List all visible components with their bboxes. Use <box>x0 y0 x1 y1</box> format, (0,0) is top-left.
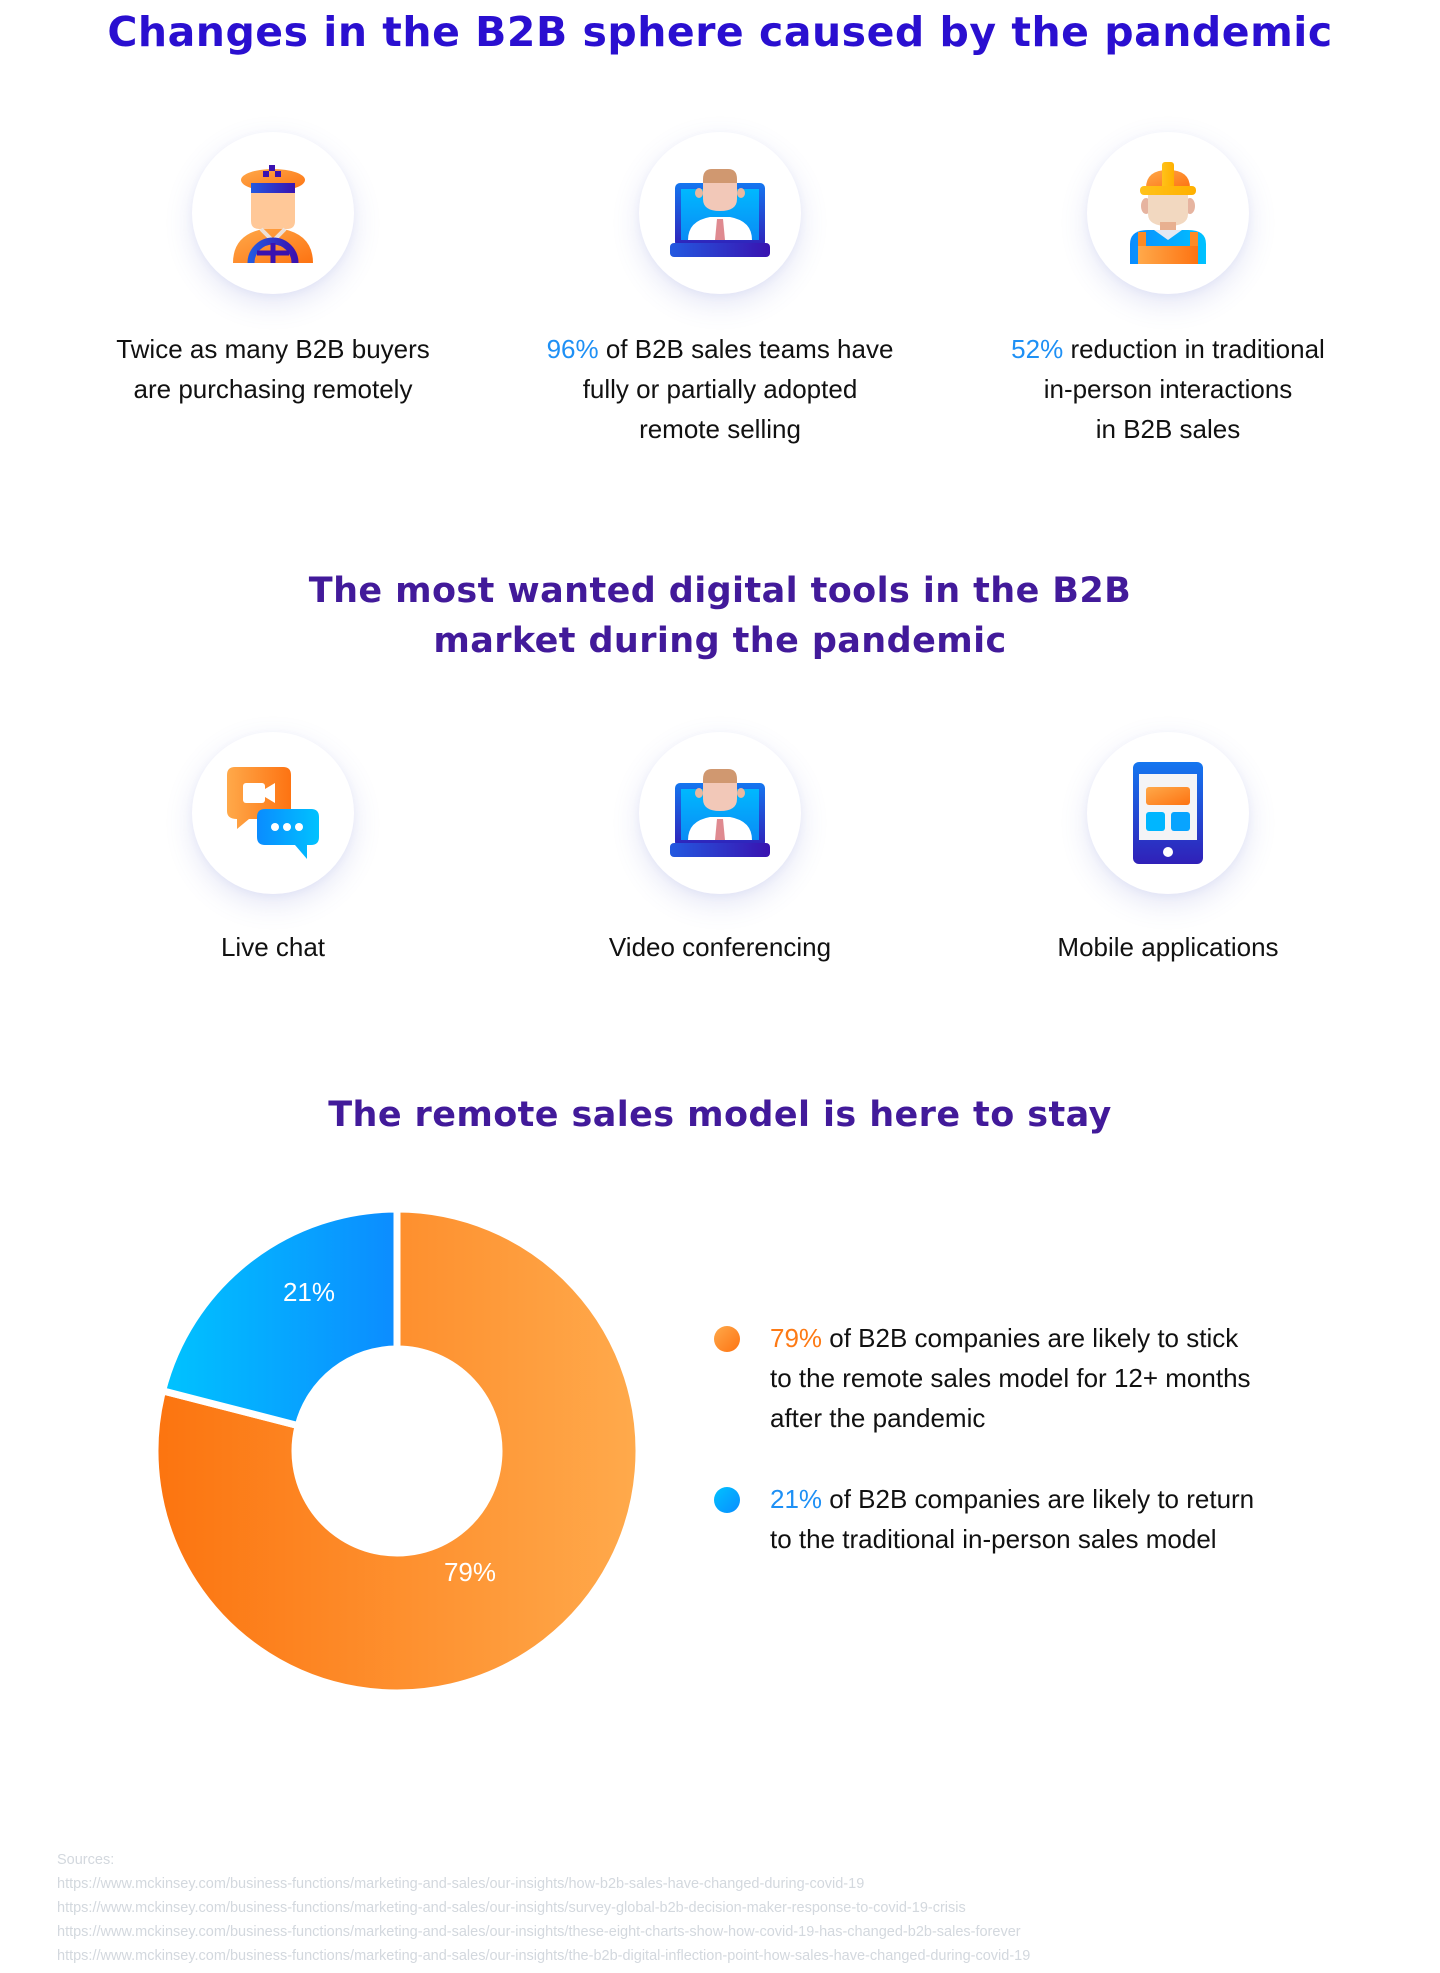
legend-text-remote: 79% of B2B companies are likely to stick… <box>770 1318 1330 1438</box>
stat-3-line: in-person interactions <box>1043 374 1293 404</box>
tool-1-icon-circle <box>192 732 354 894</box>
stat-2-line: 96% of B2B sales teams have <box>510 329 930 369</box>
source-link[interactable]: https://www.mckinsey.com/business-functi… <box>57 1896 1030 1920</box>
stat-2-text: 96% of B2B sales teams have fully or par… <box>510 329 930 449</box>
tools-heading-line: market during the pandemic <box>433 621 1007 661</box>
legend-highlight-21: 21% <box>770 1484 823 1514</box>
tool-1-label: Live chat <box>220 932 326 962</box>
legend-line-rest: of B2B companies are likely to return <box>822 1484 1255 1514</box>
live-chat-icon <box>227 767 319 859</box>
sources: Sources: https://www.mckinsey.com/busine… <box>57 1848 1030 1968</box>
construction-worker-icon <box>1130 162 1206 264</box>
stat-1-line: are purchasing remotely <box>133 374 413 404</box>
stat-3-line-rest: reduction in traditional <box>1063 334 1325 364</box>
mobile-app-icon <box>1133 762 1203 864</box>
remote-sales-heading: The remote sales model is here to stay <box>328 1095 1112 1135</box>
stat-3-highlight: 52% <box>1011 334 1064 364</box>
legend-line: to the traditional in-person sales model <box>770 1524 1217 1554</box>
tool-3-icon-circle <box>1087 732 1249 894</box>
stat-2-line: remote selling <box>639 414 801 444</box>
tool-2-label: Video conferencing <box>608 932 832 962</box>
stat-2-line: fully or partially adopted <box>582 374 858 404</box>
stat-1-line: Twice as many B2B buyers <box>116 334 430 364</box>
donut-chart: 79% 21% <box>151 1205 643 1697</box>
stat-2-highlight: 96% <box>546 334 599 364</box>
stat-1-text: Twice as many B2B buyers are purchasing … <box>63 329 483 409</box>
stat-3-line: 52% reduction in traditional <box>958 329 1378 369</box>
source-link[interactable]: https://www.mckinsey.com/business-functi… <box>57 1872 1030 1896</box>
tool-3-label: Mobile applications <box>1057 932 1279 962</box>
legend-highlight-79: 79% <box>770 1323 823 1353</box>
stat-2-line-rest: of B2B sales teams have <box>598 334 894 364</box>
tools-heading-line: The most wanted digital tools in the B2B <box>308 571 1132 611</box>
video-conferencing-icon <box>670 769 770 857</box>
taxi-driver-icon <box>233 165 313 263</box>
legend-line: after the pandemic <box>770 1403 986 1433</box>
source-link[interactable]: https://www.mckinsey.com/business-functi… <box>57 1944 1030 1968</box>
tool-2-icon-circle <box>639 732 801 894</box>
stat-3-text: 52% reduction in traditional in-person i… <box>958 329 1378 449</box>
legend-dot-orange-icon <box>714 1326 740 1352</box>
legend-line: 21% of B2B companies are likely to retur… <box>770 1479 1330 1519</box>
legend-dot-blue-icon <box>714 1487 740 1513</box>
stat-1-icon-circle <box>192 132 354 294</box>
stat-3-icon-circle <box>1087 132 1249 294</box>
donut-slice-in-person <box>158 1205 401 1430</box>
main-title: Changes in the B2B sphere caused by the … <box>107 8 1333 56</box>
legend-text-in-person: 21% of B2B companies are likely to retur… <box>770 1479 1330 1559</box>
legend-line-rest: of B2B companies are likely to stick <box>822 1323 1239 1353</box>
donut-label-21: 21% <box>283 1277 335 1307</box>
stat-3-line: in B2B sales <box>1095 414 1241 444</box>
legend-line: 79% of B2B companies are likely to stick <box>770 1318 1330 1358</box>
source-link[interactable]: https://www.mckinsey.com/business-functi… <box>57 1920 1030 1944</box>
laptop-person-icon <box>670 169 770 257</box>
legend-line: to the remote sales model for 12+ months <box>770 1363 1251 1393</box>
sources-heading: Sources: <box>57 1852 115 1868</box>
stat-2-icon-circle <box>639 132 801 294</box>
tools-heading: The most wanted digital tools in the B2B… <box>0 566 1440 666</box>
donut-label-79: 79% <box>444 1557 496 1587</box>
